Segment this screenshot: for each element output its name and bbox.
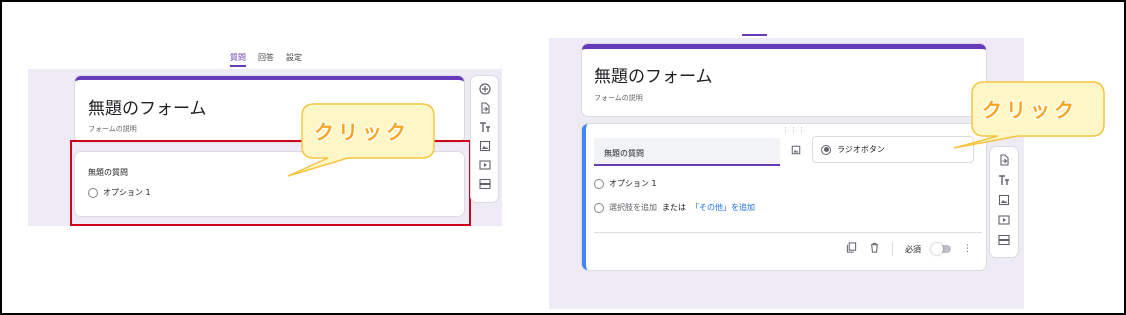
add-video-icon[interactable] [478,158,492,172]
add-title-icon[interactable] [478,120,492,134]
form-description[interactable]: フォームの説明 [594,93,643,103]
add-image-icon[interactable] [478,139,492,153]
add-question-icon[interactable] [478,82,492,96]
left-callout: クリック [287,102,438,178]
drag-handle[interactable]: ⋮⋮⋮ [782,126,806,134]
required-toggle[interactable] [931,243,951,255]
question-title-input[interactable]: 無題の質問 [594,138,780,166]
callout-text: クリック [314,120,410,144]
divider [594,232,982,233]
form-title[interactable]: 無題のフォーム [594,62,713,87]
form-description[interactable]: フォームの説明 [88,124,137,134]
left-floating-toolbar [471,76,498,202]
add-title-icon[interactable] [997,173,1011,187]
question-footer: 必須 ⋮ [846,242,972,256]
tab-settings[interactable]: 設定 [286,52,302,67]
import-questions-icon[interactable] [478,101,492,115]
form-tabs: 質問 回答 設定 [230,52,302,67]
tab-questions[interactable]: 質問 [230,52,246,67]
add-other-link[interactable]: 「その他」を追加 [691,202,755,213]
import-questions-icon[interactable] [997,153,1011,167]
form-title[interactable]: 無題のフォーム [88,94,207,119]
add-image-icon[interactable] [997,193,1011,207]
add-option-link[interactable]: 選択肢を追加 [609,202,657,213]
right-form-header-card[interactable]: 無題のフォーム フォームの説明 [582,44,986,116]
option-label[interactable]: オプション 1 [609,178,657,189]
add-image-icon[interactable] [791,145,801,158]
add-video-icon[interactable] [997,213,1011,227]
right-question-card[interactable]: ⋮⋮⋮ 無題の質問 ラジオボタン オプション 1 選択肢を追加 または 「その他… [582,124,986,270]
required-label: 必須 [905,244,921,254]
radio-icon [594,178,604,189]
question-type-label: ラジオボタン [837,145,885,154]
right-callout: クリック [948,80,1106,150]
add-section-icon[interactable] [997,233,1011,247]
add-option-row: 選択肢を追加 または 「その他」を追加 [594,202,755,213]
option-row: オプション 1 [594,178,657,189]
footer-separator [892,242,893,256]
duplicate-icon[interactable] [846,242,857,256]
callout-text: クリック [982,98,1078,122]
tab-responses[interactable]: 回答 [258,52,274,67]
add-section-icon[interactable] [478,177,492,191]
radio-button-icon [821,144,831,155]
right-floating-toolbar [990,147,1018,257]
radio-icon [594,202,604,213]
tab-indicator [742,34,767,36]
or-label: または [662,203,686,212]
more-options-icon[interactable]: ⋮ [963,244,972,254]
delete-icon[interactable] [869,242,880,256]
